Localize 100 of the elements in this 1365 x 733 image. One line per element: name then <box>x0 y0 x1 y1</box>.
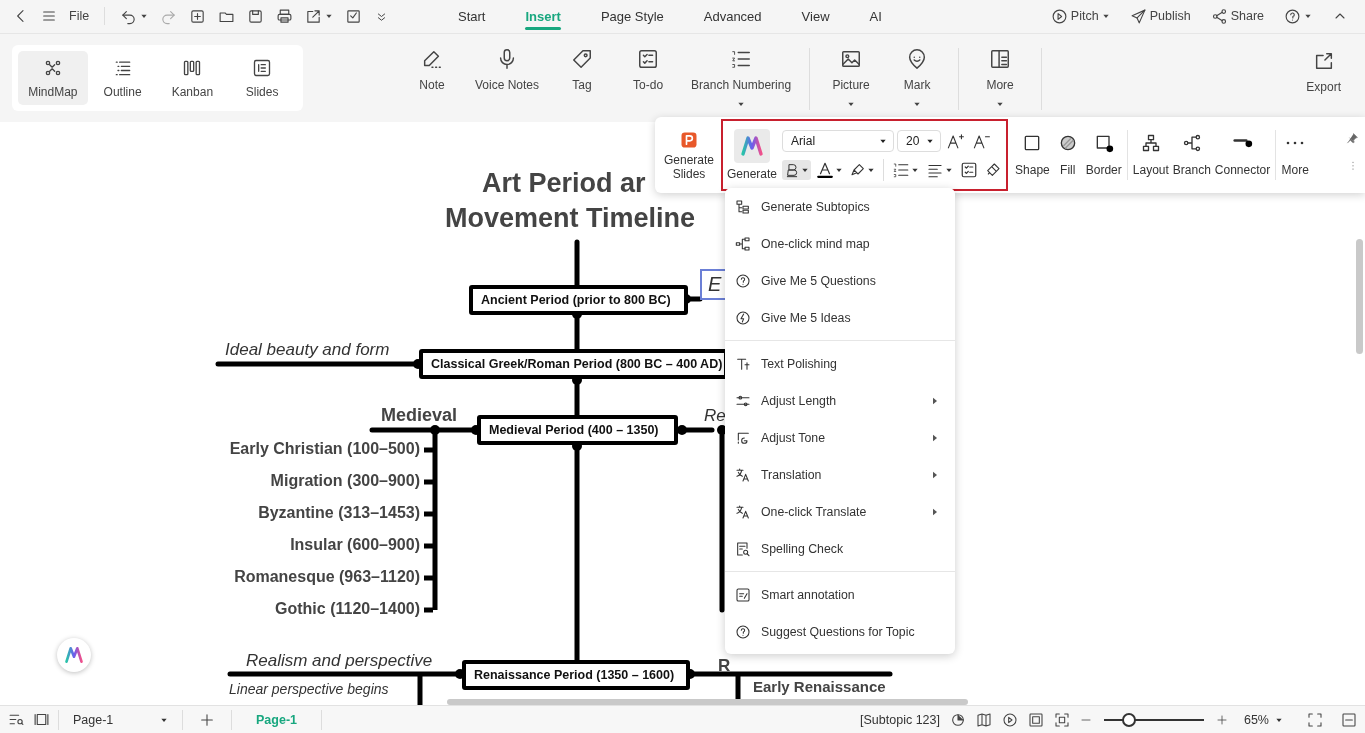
zoom-select[interactable]: 65% <box>1243 712 1283 727</box>
ribbon-button[interactable]: Mark <box>886 41 949 114</box>
subtopic-label[interactable]: Gothic (1120–1400) <box>275 599 420 618</box>
scrollbar[interactable] <box>447 698 968 705</box>
bold-button[interactable] <box>782 159 812 180</box>
submenu-arrow-icon <box>931 469 939 480</box>
subtopic-label[interactable]: Migration (300–900) <box>270 471 420 490</box>
fullscreen-button[interactable] <box>1053 711 1070 728</box>
menu-item[interactable]: Suggest Questions for Topic <box>725 613 955 650</box>
toolbar-button[interactable]: Border <box>1083 133 1124 177</box>
map-title: Art Period ar <box>482 167 646 199</box>
menu-item[interactable]: Translation <box>725 456 955 493</box>
export-icon <box>305 7 323 25</box>
generate-button[interactable]: Generate <box>726 129 779 181</box>
toolbar-button[interactable]: Share <box>1205 4 1269 28</box>
menu-item[interactable]: Spelling Check <box>725 530 955 567</box>
fullscreen-button[interactable] <box>1307 711 1323 728</box>
toolbar-button[interactable]: Pitch <box>1045 4 1115 28</box>
view-mode-button[interactable]: Slides <box>227 50 297 105</box>
translate-icon <box>735 466 751 483</box>
toolbar-button[interactable]: Shape <box>1013 133 1052 177</box>
branch-label[interactable]: Re <box>704 405 726 426</box>
branch-label[interactable]: Linear perspective begins <box>229 680 389 697</box>
ribbon-button[interactable]: Picture <box>820 41 883 114</box>
branch-label[interactable]: Medieval <box>381 404 458 426</box>
mind-map-icon <box>735 235 751 252</box>
save-icon <box>247 7 265 25</box>
toolbar-button[interactable]: Fill <box>1051 133 1084 177</box>
menu-item[interactable]: One-click mind map <box>725 225 955 262</box>
file-menu[interactable]: File <box>64 6 95 27</box>
subtopic-label[interactable]: Romanesque (963–1120) <box>234 567 420 586</box>
menu-item[interactable]: Adjust Tone <box>725 419 955 456</box>
connector-line <box>424 511 433 517</box>
view-mode-button[interactable]: Kanban <box>157 50 228 105</box>
zoom-in-button[interactable] <box>1215 713 1228 726</box>
font-size-select[interactable]: 20 <box>897 130 942 152</box>
subtopic-label[interactable]: Early Christian (100–500) <box>229 439 420 458</box>
ribbon-button[interactable]: More <box>969 41 1032 114</box>
slides-icon <box>252 57 273 78</box>
theme-button[interactable] <box>949 711 966 728</box>
expand-icon <box>1053 711 1070 728</box>
connector-line <box>424 607 433 613</box>
menu-item[interactable]: Smart annotation <box>725 576 955 613</box>
fit-button[interactable] <box>1027 711 1044 728</box>
ribbon-button[interactable]: Note <box>401 41 463 114</box>
ribbon-button[interactable]: Tag <box>551 41 614 114</box>
page-select[interactable]: Page-1 <box>67 712 174 727</box>
topic-node[interactable]: Ancient Period (prior to 800 BC) <box>469 284 688 315</box>
branch-label[interactable]: Early Renaissance <box>753 677 886 695</box>
toolbar-button[interactable]: Connector <box>1212 133 1273 177</box>
font-select[interactable]: Arial <box>782 130 895 152</box>
send-icon <box>1129 7 1147 25</box>
toolbar-button[interactable]: Publish <box>1124 4 1196 28</box>
menu-item[interactable]: Adjust Length <box>725 382 955 419</box>
menu-tab[interactable]: Start <box>440 2 504 30</box>
checkbox-icon <box>345 7 363 25</box>
toolbar-button[interactable]: Layout <box>1130 133 1171 177</box>
ai-assistant-button[interactable] <box>57 637 91 672</box>
menu-item[interactable]: Text Polishing <box>725 345 955 382</box>
book-icon <box>975 711 992 728</box>
ribbon-button[interactable]: Branch Numbering <box>683 41 800 114</box>
topic-node[interactable]: Renaissance Period (1350 – 1600) <box>462 659 690 690</box>
menu-tab[interactable]: Page Style <box>582 2 682 30</box>
connector-line <box>424 479 433 485</box>
menu-tab[interactable]: AI <box>851 2 900 30</box>
toolbar-button[interactable]: Branch <box>1170 133 1213 177</box>
ribbon-button[interactable]: Voice Notes <box>467 41 548 114</box>
subtopic-label[interactable]: Byzantine (313–1453) <box>258 503 420 522</box>
collapse-button[interactable] <box>1341 711 1357 728</box>
branch-label[interactable]: Realism and perspective <box>246 650 433 671</box>
view-mode-button[interactable]: MindMap <box>18 50 88 105</box>
translate-icon <box>735 503 751 520</box>
panel-button[interactable] <box>33 711 50 728</box>
present-button[interactable] <box>1001 711 1018 728</box>
frame-icon <box>1027 711 1044 728</box>
view-mode-button[interactable]: Outline <box>87 50 158 105</box>
export-button[interactable]: Export <box>1306 49 1353 106</box>
branch-label[interactable]: R <box>718 655 731 676</box>
help-icon <box>1284 7 1301 25</box>
generate-slides-button[interactable]: Generate Slides <box>660 129 718 181</box>
more-icon <box>1286 141 1305 145</box>
scrollbar[interactable] <box>1356 238 1363 354</box>
toolbar-button[interactable]: More <box>1279 133 1312 177</box>
panel-icon <box>33 711 50 728</box>
menu-item[interactable]: Give Me 5 Ideas <box>725 299 955 336</box>
topic-node[interactable]: Classical Greek/Roman Period (800 BC – 400 AD) <box>419 348 728 379</box>
branch-label[interactable]: Ideal beauty and form <box>225 339 390 360</box>
plus-icon <box>199 711 215 728</box>
font-increase-icon <box>946 131 966 151</box>
topic-node[interactable]: Medieval Period (400 – 1350) <box>477 414 678 445</box>
menu-tab[interactable]: Advanced <box>685 2 780 30</box>
collapse-panel-icon <box>1341 711 1357 728</box>
menu-item[interactable]: Generate Subtopics <box>725 188 955 225</box>
map-view-button[interactable] <box>975 711 992 728</box>
menu-tab[interactable]: View <box>783 2 848 30</box>
annotation-icon <box>735 586 751 603</box>
ribbon-button[interactable]: To-do <box>617 41 680 114</box>
subtopic-label[interactable]: Insular (600–900) <box>290 535 420 554</box>
menu-item[interactable]: One-click Translate <box>725 493 955 530</box>
submenu-arrow-icon <box>931 395 939 406</box>
